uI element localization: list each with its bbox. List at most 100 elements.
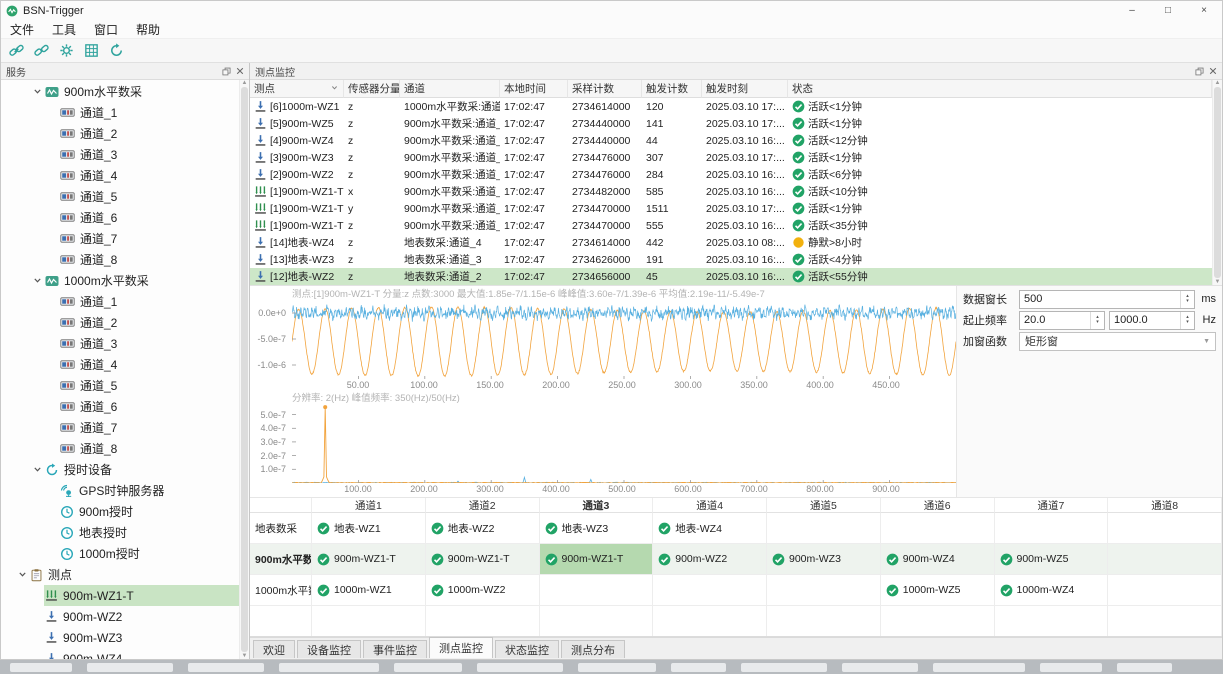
tree-item-900m-WZ4[interactable]: 900m-WZ4 [1,648,249,659]
column-header-触发计数[interactable]: 触发计数 [642,80,702,98]
column-header-状态[interactable]: 状态 [788,80,1212,98]
table-cell[interactable]: 17:02:47 [500,200,568,217]
table-row-[1]900m-WZ1-T-x[interactable]: [1]900m-WZ1-T [250,183,344,200]
table-cell[interactable]: z [344,132,400,149]
tree-item-通道_6[interactable]: 通道_6 [1,207,249,228]
table-cell[interactable]: 284 [642,166,702,183]
table-cell[interactable]: 17:02:47 [500,115,568,132]
channel-cell-900m-WZ1-T[interactable]: 900m-WZ1-T [426,544,540,575]
expander-icon[interactable] [31,276,44,285]
table-cell[interactable]: 地表数采:通道_2 [400,268,500,285]
channel-cell-1000m-WZ5[interactable]: 1000m-WZ5 [881,575,995,606]
column-header-采样计数[interactable]: 采样计数 [568,80,642,98]
table-cell[interactable]: 地表数采:通道_3 [400,251,500,268]
taskbar-item[interactable] [1040,663,1102,672]
table-cell[interactable]: 17:02:47 [500,268,568,285]
tree-item-通道_4[interactable]: 通道_4 [1,165,249,186]
table-cell[interactable]: 活跃<6分钟 [788,166,1212,183]
table-cell[interactable]: 活跃<4分钟 [788,251,1212,268]
table-cell[interactable]: 44 [642,132,702,149]
table-row-[12]地表-WZ2-z[interactable]: [12]地表-WZ2 [250,268,344,285]
tree-item-GPS时钟服务器[interactable]: GPS时钟服务器 [1,480,249,501]
column-header-传感器分量[interactable]: 传感器分量 [344,80,400,98]
tab-测点监控[interactable]: 测点监控 [429,637,493,658]
table-cell[interactable]: z [344,115,400,132]
table-cell[interactable]: 1000m水平数采:通道_1 [400,98,500,115]
column-header-通道[interactable]: 通道 [400,80,500,98]
table-cell[interactable]: z [344,217,400,234]
table-cell[interactable]: 442 [642,234,702,251]
tree-item-通道_7[interactable]: 通道_7 [1,228,249,249]
table-row-[5]900m-WZ5-z[interactable]: [5]900m-WZ5 [250,115,344,132]
table-cell[interactable]: 900m水平数采:通道_7 [400,115,500,132]
tree-item-通道_7[interactable]: 通道_7 [1,417,249,438]
table-cell[interactable]: 2734482000 [568,183,642,200]
table-cell[interactable]: 2025.03.10 16:... [702,268,788,285]
channel-cell-900m-WZ1-T[interactable]: 900m-WZ1-T [540,544,654,575]
table-cell[interactable]: 静默>8小时 [788,234,1212,251]
tab-事件监控[interactable]: 事件监控 [363,640,427,658]
expander-icon[interactable] [16,570,29,579]
tree-item-地表授时[interactable]: 地表授时 [1,522,249,543]
scroll-down-icon[interactable]: ▼ [242,653,248,659]
tree-item-通道_3[interactable]: 通道_3 [1,333,249,354]
taskbar-item[interactable] [842,663,918,672]
table-cell[interactable]: z [344,98,400,115]
tree-item-通道_8[interactable]: 通道_8 [1,249,249,270]
maximize-button[interactable]: □ [1150,1,1186,20]
scroll-up-icon[interactable]: ▲ [242,80,248,86]
table-cell[interactable]: z [344,166,400,183]
table-cell[interactable]: 900m水平数采:通道_4 [400,166,500,183]
tree-item-900m-WZ1-T[interactable]: 900m-WZ1-T [1,585,249,606]
table-cell[interactable]: 900m水平数采:通道_3 [400,217,500,234]
spectrum-plot[interactable] [292,405,956,483]
window-fn-select[interactable]: 矩形窗 ▼ [1019,332,1216,351]
table-cell[interactable]: 2734440000 [568,132,642,149]
waveform-plot[interactable] [292,301,956,379]
refresh-button[interactable] [105,41,127,61]
tree-item-900m授时[interactable]: 900m授时 [1,501,249,522]
column-header-本地时间[interactable]: 本地时间 [500,80,568,98]
table-row-[14]地表-WZ4-z[interactable]: [14]地表-WZ4 [250,234,344,251]
menu-窗口[interactable]: 窗口 [85,20,127,38]
taskbar-item[interactable] [87,663,173,672]
table-cell[interactable]: 活跃<12分钟 [788,132,1212,149]
taskbar-item[interactable] [933,663,1025,672]
table-cell[interactable]: 555 [642,217,702,234]
channel-cell-900m-WZ5[interactable]: 900m-WZ5 [995,544,1109,575]
column-header-测点[interactable]: 测点 [250,80,344,98]
table-cell[interactable]: 地表数采:通道_4 [400,234,500,251]
close-button[interactable]: × [1186,1,1222,20]
table-cell[interactable]: z [344,268,400,285]
table-cell[interactable]: 585 [642,183,702,200]
tree-item-1000m水平数采[interactable]: 1000m水平数采 [1,270,249,291]
column-header-触发时刻[interactable]: 触发时刻 [702,80,788,98]
channel-cell-900m-WZ4[interactable]: 900m-WZ4 [881,544,995,575]
spinner-arrows-icon[interactable]: ▴▾ [1180,291,1194,308]
table-cell[interactable]: 2734476000 [568,166,642,183]
table-row-[6]1000m-WZ1-z[interactable]: [6]1000m-WZ1 [250,98,344,115]
tree-item-授时设备[interactable]: 授时设备 [1,459,249,480]
tab-欢迎[interactable]: 欢迎 [253,640,295,658]
table-cell[interactable]: 17:02:47 [500,132,568,149]
channel-cell-900m-WZ1-T[interactable]: 900m-WZ1-T [312,544,426,575]
taskbar-item[interactable] [394,663,462,672]
freq-to-input[interactable]: 1000.0 ▴▾ [1109,311,1195,330]
tree-item-通道_3[interactable]: 通道_3 [1,144,249,165]
table-row-[3]900m-WZ3-z[interactable]: [3]900m-WZ3 [250,149,344,166]
tree-item-通道_6[interactable]: 通道_6 [1,396,249,417]
table-cell[interactable]: z [344,251,400,268]
table-cell[interactable]: 141 [642,115,702,132]
table-cell[interactable]: 2025.03.10 16:... [702,251,788,268]
settings-button[interactable] [55,41,77,61]
table-cell[interactable]: 活跃<1分钟 [788,200,1212,217]
tree-item-通道_5[interactable]: 通道_5 [1,375,249,396]
table-cell[interactable]: 2734626000 [568,251,642,268]
table-cell[interactable]: 900m水平数采:通道_2 [400,200,500,217]
taskbar-item[interactable] [188,663,264,672]
channel-cell-900m-WZ3[interactable]: 900m-WZ3 [767,544,881,575]
tree-item-900m水平数采[interactable]: 900m水平数采 [1,81,249,102]
table-cell[interactable]: 900m水平数采:通道_6 [400,132,500,149]
table-cell[interactable]: z [344,149,400,166]
taskbar-item[interactable] [477,663,563,672]
